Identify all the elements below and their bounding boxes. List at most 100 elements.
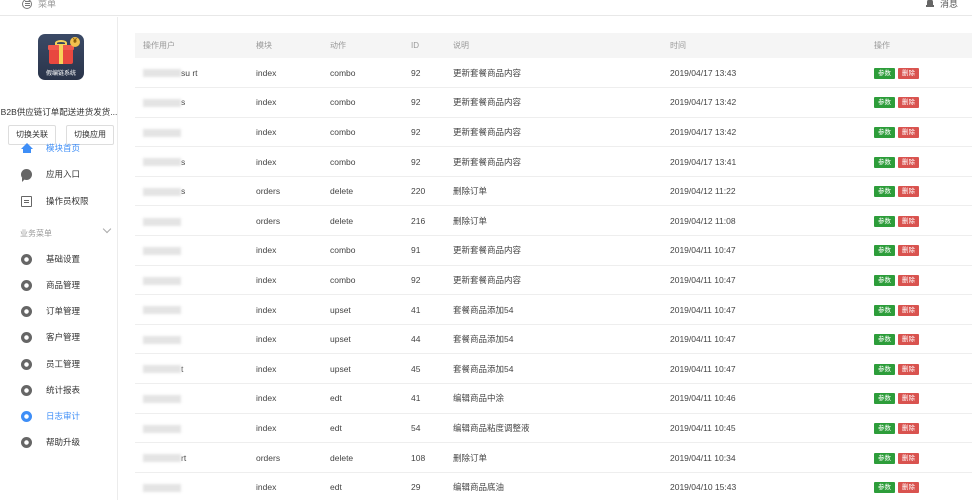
- param-button[interactable]: 参数: [874, 67, 895, 79]
- delete-button[interactable]: 删除: [898, 245, 919, 257]
- param-button[interactable]: 参数: [874, 363, 895, 375]
- cell-user: [135, 324, 248, 354]
- sidebar-item-label: 商品管理: [46, 280, 81, 290]
- delete-button[interactable]: 删除: [898, 334, 919, 346]
- cell-time: 2019/04/11 10:47: [670, 363, 736, 374]
- sidebar-item-log-audit[interactable]: 日志审计: [0, 404, 117, 428]
- cell-time: 2019/04/17 13:42: [670, 97, 737, 108]
- param-button[interactable]: 参数: [874, 422, 895, 434]
- cell-time: 2019/04/11 10:47: [670, 245, 736, 256]
- sidebar-item-label: 帮助升级: [46, 437, 81, 447]
- param-button[interactable]: 参数: [874, 334, 895, 346]
- cell-user: [135, 236, 248, 266]
- sidebar-item-help-upgrade[interactable]: 帮助升级: [0, 430, 117, 454]
- gear-icon: [21, 358, 32, 370]
- delete-button[interactable]: 删除: [898, 215, 919, 227]
- home-icon: [21, 142, 33, 154]
- param-button[interactable]: 参数: [874, 274, 895, 286]
- sidebar-item-label: 操作员权限: [46, 196, 89, 206]
- param-button[interactable]: 参数: [874, 156, 895, 168]
- cell-time: 2019/04/17 13:42: [670, 126, 737, 137]
- redacted-username: [143, 395, 181, 404]
- cell-id: 220: [411, 186, 426, 197]
- delete-button[interactable]: 删除: [898, 452, 919, 464]
- delete-button[interactable]: 删除: [898, 363, 919, 375]
- cell-time: 2019/04/12 11:22: [670, 186, 736, 197]
- table-row: index edt 54 编辑商品粘度调整液 2019/04/11 10:45 参数 删除: [135, 413, 972, 443]
- param-button[interactable]: 参数: [874, 393, 895, 405]
- sidebar-item-label: 统计报表: [46, 385, 81, 395]
- cell-description: 更新套餐商品内容: [453, 156, 522, 167]
- delete-button[interactable]: 删除: [898, 274, 919, 286]
- delete-button[interactable]: 删除: [898, 156, 919, 168]
- cell-operations: 参数 删除: [866, 206, 972, 236]
- param-button[interactable]: 参数: [874, 245, 895, 257]
- sidebar-item-staff-management[interactable]: 员工管理: [0, 352, 117, 376]
- cell-description: 更新套餐商品内容: [453, 274, 522, 285]
- redacted-username: [143, 365, 181, 374]
- table-row: s index combo 92 更新套餐商品内容 2019/04/17 13:41 参数删…: [135, 147, 972, 177]
- redacted-username: [143, 217, 181, 226]
- notifications-link[interactable]: 消息: [925, 0, 958, 10]
- sidebar-item-operator-permissions[interactable]: 操作员权限: [0, 189, 117, 213]
- sidebar-item-product-management[interactable]: 商品管理: [0, 273, 117, 297]
- cell-id: 216: [411, 215, 426, 226]
- cell-action: combo: [330, 67, 356, 78]
- param-button[interactable]: 参数: [874, 97, 895, 109]
- user-text: su rt: [181, 67, 198, 78]
- sidebar-item-app-entry[interactable]: 应用入口: [0, 162, 117, 186]
- cell-id: 92: [411, 67, 421, 78]
- param-button[interactable]: 参数: [874, 304, 895, 316]
- redacted-username: [143, 158, 181, 167]
- cell-id: 92: [411, 156, 421, 167]
- redacted-username: [143, 306, 181, 315]
- cell-module: index: [256, 274, 277, 285]
- app-logo: ¥ 假编链系统: [38, 34, 84, 80]
- redacted-username: [143, 187, 181, 196]
- sidebar-item-label: 订单管理: [46, 306, 81, 316]
- cell-description: 更新套餐商品内容: [453, 126, 522, 137]
- sidebar-item-statistics-reports[interactable]: 统计报表: [0, 378, 117, 402]
- sidebar-item-module-home[interactable]: 模块首页: [0, 136, 117, 160]
- cell-operations: 参数 删除: [866, 265, 972, 295]
- delete-button[interactable]: 删除: [898, 422, 919, 434]
- gear-icon: [21, 384, 32, 396]
- redacted-username: [143, 424, 181, 433]
- top-bar: 菜单 消息: [0, 0, 972, 16]
- business-menu-section[interactable]: 业务菜单: [20, 228, 52, 239]
- cell-module: index: [256, 393, 277, 404]
- table-row: index upset 44 套餐商品添加54 2019/04/11 10:47 参数 删除: [135, 324, 972, 354]
- cell-user: [135, 265, 248, 295]
- cell-module: index: [256, 422, 277, 433]
- cell-time: 2019/04/11 10:47: [670, 334, 736, 345]
- delete-button[interactable]: 删除: [898, 393, 919, 405]
- chevron-down-icon[interactable]: [102, 224, 112, 234]
- cell-action: combo: [330, 274, 356, 285]
- param-button[interactable]: 参数: [874, 482, 895, 494]
- sidebar-item-customer-management[interactable]: 客户管理: [0, 325, 117, 349]
- sidebar-item-basic-settings[interactable]: 基础设置: [0, 247, 117, 271]
- cell-id: 92: [411, 126, 421, 137]
- delete-button[interactable]: 删除: [898, 304, 919, 316]
- cell-description: 更新套餐商品内容: [453, 97, 522, 108]
- menu-toggle[interactable]: 菜单: [22, 0, 56, 10]
- sidebar-item-order-management[interactable]: 订单管理: [0, 299, 117, 323]
- param-button[interactable]: 参数: [874, 126, 895, 138]
- document-icon: [21, 195, 32, 207]
- redacted-username: [143, 99, 181, 108]
- sidebar-item-label: 基础设置: [46, 254, 81, 264]
- cell-action: delete: [330, 452, 354, 463]
- cell-id: 45: [411, 363, 421, 374]
- app-name: B2B供应链订单配送进货发货...: [0, 107, 118, 117]
- table-row: orders delete 216 删除订单 2019/04/12 11:08 参数 删除: [135, 206, 972, 236]
- delete-button[interactable]: 删除: [898, 186, 919, 198]
- delete-button[interactable]: 删除: [898, 97, 919, 109]
- delete-button[interactable]: 删除: [898, 67, 919, 79]
- param-button[interactable]: 参数: [874, 215, 895, 227]
- cell-time: 2019/04/17 13:43: [670, 67, 737, 78]
- cell-module: index: [256, 363, 277, 374]
- param-button[interactable]: 参数: [874, 452, 895, 464]
- delete-button[interactable]: 删除: [898, 126, 919, 138]
- param-button[interactable]: 参数: [874, 186, 895, 198]
- delete-button[interactable]: 删除: [898, 482, 919, 494]
